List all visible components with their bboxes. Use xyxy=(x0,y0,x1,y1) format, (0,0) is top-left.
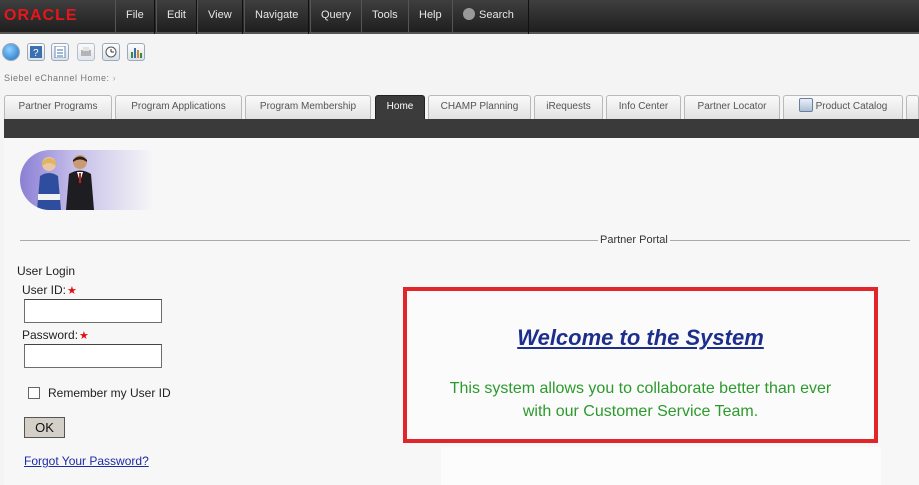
menu-search[interactable]: Search xyxy=(452,0,529,34)
remember-user-id-checkbox[interactable] xyxy=(28,387,40,399)
welcome-line-2: with our Customer Service Team. xyxy=(522,403,759,420)
globe-icon[interactable] xyxy=(2,43,20,61)
chevron-right-icon: › xyxy=(112,73,117,83)
tab-partner-programs[interactable]: Partner Programs xyxy=(4,95,112,119)
search-label: Search xyxy=(479,9,514,21)
tab-irequests[interactable]: iRequests xyxy=(534,95,603,119)
tab-info-center[interactable]: Info Center xyxy=(606,95,681,119)
tab-product-catalog[interactable]: Product Catalog xyxy=(783,95,903,119)
menu-help[interactable]: Help xyxy=(408,0,453,34)
welcome-line-1: This system allows you to collaborate be… xyxy=(449,380,832,397)
tab-program-membership[interactable]: Program Membership xyxy=(245,95,371,119)
login-title: User Login xyxy=(17,264,76,278)
ok-button[interactable]: OK xyxy=(24,417,65,438)
password-label: Password:★ xyxy=(22,328,89,342)
screen-tabs: Partner Programs Program Applications Pr… xyxy=(0,95,919,119)
banner-image xyxy=(20,150,154,210)
clock-icon[interactable] xyxy=(102,43,120,61)
svg-text:?: ? xyxy=(33,48,39,58)
required-icon: ★ xyxy=(79,330,89,342)
tab-program-applications[interactable]: Program Applications xyxy=(115,95,242,119)
toolbar: ? xyxy=(0,40,919,66)
breadcrumb: Siebel eChannel Home: › xyxy=(4,73,116,83)
required-icon: ★ xyxy=(67,285,77,297)
businessman-image xyxy=(66,155,94,210)
catalog-icon xyxy=(798,98,813,113)
menu-bar: ORACLE File Edit View Navigate Query Too… xyxy=(0,0,919,34)
remember-user-id-label[interactable]: Remember my User ID xyxy=(48,386,171,400)
menu-navigate[interactable]: Navigate xyxy=(244,0,310,34)
chart-icon[interactable] xyxy=(127,43,145,61)
section-title: Partner Portal xyxy=(598,234,670,246)
menu-file[interactable]: File xyxy=(115,0,155,34)
siebel-window: ORACLE File Edit View Navigate Query Too… xyxy=(0,0,919,485)
tab-champ-planning[interactable]: CHAMP Planning xyxy=(428,95,531,119)
tab-home[interactable]: Home xyxy=(375,95,425,119)
help-icon[interactable]: ? xyxy=(27,43,45,61)
menu-query[interactable]: Query xyxy=(310,0,362,34)
user-id-label: User ID:★ xyxy=(22,283,77,297)
welcome-message: This system allows you to collaborate be… xyxy=(407,377,874,423)
menu-edit[interactable]: Edit xyxy=(156,0,197,34)
password-input[interactable] xyxy=(24,344,162,368)
lower-panel xyxy=(441,447,881,485)
print-icon[interactable] xyxy=(77,43,95,61)
tab-underline-bar xyxy=(4,119,919,138)
tab-overflow[interactable] xyxy=(906,95,919,119)
user-id-label-text: User ID: xyxy=(22,283,67,297)
tab-partner-locator[interactable]: Partner Locator xyxy=(684,95,780,119)
menu-tools[interactable]: Tools xyxy=(361,0,409,34)
section-divider xyxy=(20,240,910,241)
breadcrumb-text[interactable]: Siebel eChannel Home: xyxy=(4,73,110,83)
user-id-input[interactable] xyxy=(24,299,162,323)
search-icon xyxy=(463,8,475,21)
password-label-text: Password: xyxy=(22,328,79,342)
menu-view[interactable]: View xyxy=(197,0,243,34)
welcome-panel: Welcome to the System This system allows… xyxy=(403,287,878,443)
oracle-logo: ORACLE xyxy=(4,7,78,24)
businesswoman-image xyxy=(37,157,61,210)
checklist-icon[interactable] xyxy=(51,43,69,61)
welcome-title[interactable]: Welcome to the System xyxy=(407,325,874,351)
forgot-password-link[interactable]: Forgot Your Password? xyxy=(24,454,149,468)
tab-product-catalog-label: Product Catalog xyxy=(815,101,888,112)
home-content: Partner Portal User Login User ID:★ Pass… xyxy=(4,138,919,485)
